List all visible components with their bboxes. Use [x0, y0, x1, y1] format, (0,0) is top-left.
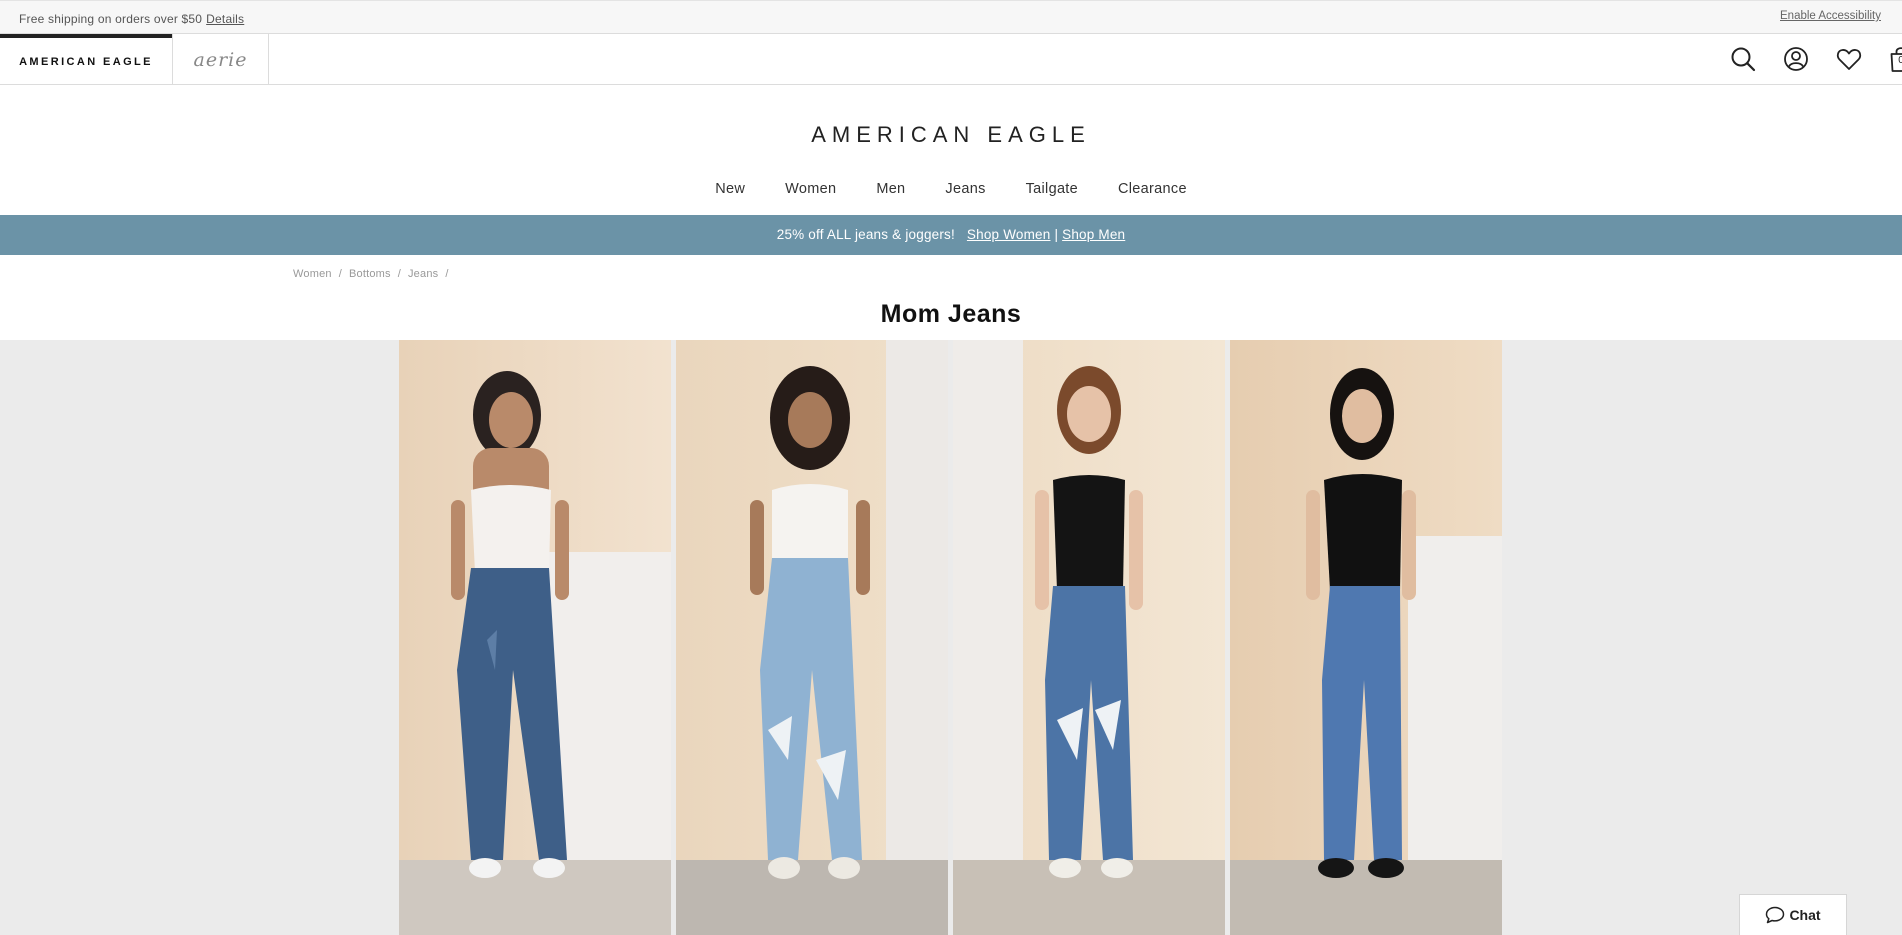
- shipping-text: Free shipping on orders over $50: [19, 12, 203, 26]
- main-nav: New Women Men Jeans Tailgate Clearance: [0, 181, 1902, 197]
- brand-tab-label: aerie: [193, 48, 248, 71]
- brand-tab-label: AMERICAN EAGLE: [19, 55, 153, 68]
- utility-bar: Free shipping on orders over $50 Details …: [0, 0, 1902, 34]
- nav-item-men[interactable]: Men: [876, 181, 905, 197]
- heart-icon[interactable]: [1834, 44, 1864, 74]
- promo-banner-text: 25% off ALL jeans & joggers!: [776, 227, 955, 242]
- shop-women-link[interactable]: Shop Women: [967, 227, 1051, 242]
- chat-bubble-icon: [1766, 906, 1785, 924]
- breadcrumb-separator: /: [397, 268, 401, 280]
- chat-button[interactable]: Chat: [1739, 894, 1847, 935]
- breadcrumb-jeans[interactable]: Jeans: [408, 268, 438, 280]
- brand-tab-american-eagle[interactable]: AMERICAN EAGLE: [0, 34, 172, 85]
- shop-men-link[interactable]: Shop Men: [1062, 227, 1125, 242]
- breadcrumb-separator: /: [338, 268, 342, 280]
- search-icon[interactable]: [1728, 44, 1758, 74]
- nav-item-new[interactable]: New: [715, 181, 745, 197]
- breadcrumb-bottoms[interactable]: Bottoms: [349, 268, 391, 280]
- chat-label: Chat: [1789, 907, 1821, 923]
- nav-item-tailgate[interactable]: Tailgate: [1026, 181, 1078, 197]
- gallery-image-model-4[interactable]: [1230, 340, 1502, 935]
- gallery-image-model-3[interactable]: [953, 340, 1225, 935]
- nav-item-women[interactable]: Women: [785, 181, 836, 197]
- promo-separator: |: [1054, 227, 1059, 242]
- details-link[interactable]: Details: [206, 12, 244, 26]
- site-logo[interactable]: AMERICAN EAGLE: [0, 122, 1902, 148]
- nav-item-clearance[interactable]: Clearance: [1118, 181, 1187, 197]
- bag-count: 0: [1898, 55, 1902, 66]
- gallery-image-model-2[interactable]: [676, 340, 948, 935]
- page-title: Mom Jeans: [880, 300, 1022, 328]
- shipping-promo: Free shipping on orders over $50 Details: [19, 12, 244, 26]
- hero-gallery: [0, 340, 1902, 935]
- breadcrumb: Women / Bottoms / Jeans /: [293, 268, 456, 280]
- breadcrumb-separator: /: [445, 268, 449, 280]
- account-icon[interactable]: [1781, 44, 1811, 74]
- breadcrumb-women[interactable]: Women: [293, 268, 332, 280]
- gallery-image-model-1[interactable]: [399, 340, 671, 935]
- bag-icon[interactable]: 0: [1886, 44, 1902, 74]
- brand-bar: AMERICAN EAGLE aerie 0: [0, 34, 1902, 85]
- promo-banner: 25% off ALL jeans & joggers! Shop Women …: [0, 215, 1902, 255]
- enable-accessibility-link[interactable]: Enable Accessibility: [1780, 10, 1881, 22]
- nav-item-jeans[interactable]: Jeans: [945, 181, 985, 197]
- brand-tab-aerie[interactable]: aerie: [172, 34, 269, 85]
